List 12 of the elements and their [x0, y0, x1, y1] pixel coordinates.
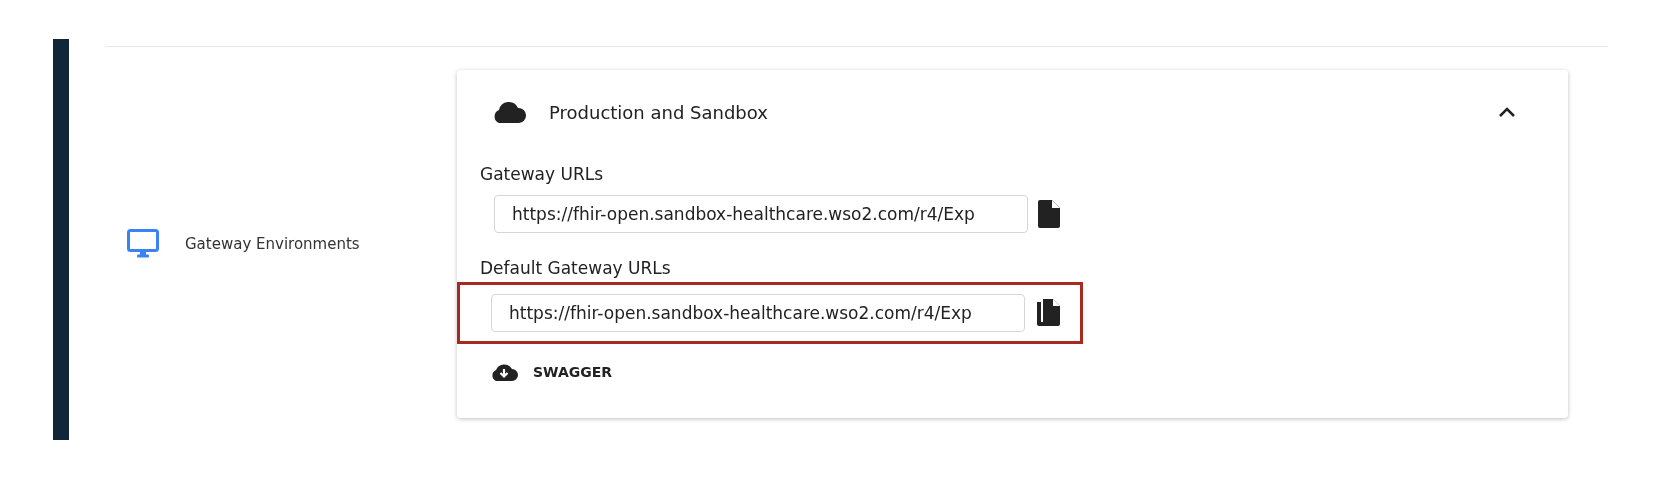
file-icon[interactable] — [1038, 200, 1060, 228]
field-label: Default Gateway URLs — [480, 258, 671, 278]
copy-icon[interactable] — [1035, 298, 1061, 328]
url-field[interactable]: https://fhir-open.sandbox-healthcare.wso2.com/r4/Exp — [491, 294, 1025, 332]
url-field[interactable]: https://fhir-open.sandbox-healthcare.wso2.com/r4/Exp — [494, 195, 1028, 233]
monitor-icon — [127, 228, 159, 259]
environment-title: Production and Sandbox — [549, 101, 769, 123]
swagger-button[interactable]: SWAGGER — [485, 358, 617, 386]
cloud-download-icon — [489, 362, 519, 382]
caret-icon[interactable] — [1498, 106, 1516, 118]
section-label: Gateway Environments — [185, 234, 360, 253]
field-label: Gateway URLs — [480, 164, 604, 184]
